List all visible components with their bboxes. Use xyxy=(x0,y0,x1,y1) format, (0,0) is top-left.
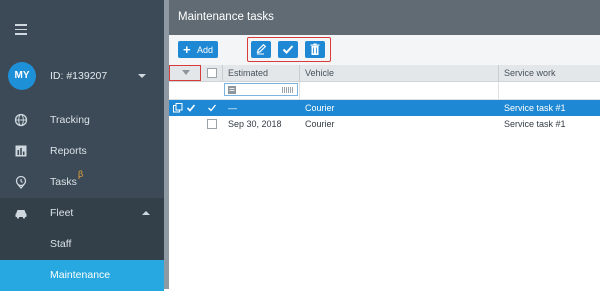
cell-service-work: Service task #1 xyxy=(504,119,566,129)
sidebar: MY ID: #139207 Tracking Reports Tasks β … xyxy=(0,0,164,291)
cell-vehicle: Courier xyxy=(305,103,335,113)
beta-badge: β xyxy=(78,169,84,179)
cell-vehicle: Courier xyxy=(305,119,335,129)
table-row[interactable]: — Courier Service task #1 xyxy=(169,100,600,116)
maintenance-grid: Estimated Vehicle Service work — Courier… xyxy=(169,65,600,289)
column-header-vehicle[interactable]: Vehicle xyxy=(305,68,334,78)
filter-row xyxy=(169,82,600,100)
sidebar-item-label: Maintenance xyxy=(50,269,111,281)
list-icon xyxy=(228,86,236,94)
cell-service-work: Service task #1 xyxy=(504,103,566,113)
hamburger-menu-icon[interactable] xyxy=(15,24,27,38)
copy-icon[interactable] xyxy=(173,103,183,113)
map-pin-icon xyxy=(15,175,27,189)
complete-button[interactable] xyxy=(278,41,298,58)
page-title: Maintenance tasks xyxy=(178,11,274,23)
chevron-down-icon[interactable] xyxy=(138,74,146,78)
plus-icon: + xyxy=(183,42,191,57)
table-row[interactable]: Sep 30, 2018 Courier Service task #1 xyxy=(169,116,600,132)
sidebar-item-label: Reports xyxy=(50,145,87,157)
user-account[interactable]: MY ID: #139207 xyxy=(0,60,164,94)
pencil-icon xyxy=(256,43,267,55)
user-id: ID: #139207 xyxy=(50,70,108,82)
delete-button[interactable] xyxy=(305,41,325,58)
sidebar-item-staff[interactable]: Staff xyxy=(0,229,164,260)
sidebar-item-tasks[interactable]: Tasks β xyxy=(0,167,164,198)
grid-header: Estimated Vehicle Service work xyxy=(169,65,600,82)
sidebar-item-label: Tracking xyxy=(50,114,90,126)
column-header-service-work[interactable]: Service work xyxy=(504,68,556,78)
sidebar-item-label: Fleet xyxy=(50,207,74,219)
globe-icon xyxy=(14,113,28,127)
sidebar-item-maintenance[interactable]: Maintenance xyxy=(0,260,164,291)
column-header-estimated[interactable]: Estimated xyxy=(228,68,268,78)
calendar-icon[interactable] xyxy=(282,86,294,94)
row-checkbox[interactable] xyxy=(207,119,217,129)
sidebar-item-tracking[interactable]: Tracking xyxy=(0,105,164,136)
checkmark-icon[interactable] xyxy=(186,103,196,113)
chevron-up-icon xyxy=(142,211,150,215)
select-all-checkbox[interactable] xyxy=(207,68,217,78)
panel-header: Maintenance tasks xyxy=(169,0,600,35)
sidebar-item-label: Tasks xyxy=(50,176,77,188)
add-button[interactable]: + Add xyxy=(178,41,218,58)
sidebar-item-reports[interactable]: Reports xyxy=(0,136,164,167)
sidebar-item-fleet[interactable]: Fleet xyxy=(0,198,164,229)
bar-chart-icon xyxy=(15,145,27,157)
trash-icon xyxy=(310,43,320,55)
car-icon xyxy=(15,210,27,219)
sidebar-item-label: Staff xyxy=(50,238,72,250)
avatar[interactable]: MY xyxy=(8,62,36,90)
date-filter-input[interactable] xyxy=(224,83,298,96)
checkmark-icon xyxy=(282,45,294,54)
edit-button[interactable] xyxy=(251,41,271,58)
toolbar: + Add xyxy=(169,35,600,65)
row-checkbox-checked-icon[interactable] xyxy=(207,103,217,113)
cell-estimated: — xyxy=(228,103,237,113)
filter-icon xyxy=(182,70,190,75)
cell-estimated: Sep 30, 2018 xyxy=(228,119,282,129)
filter-toggle-button[interactable] xyxy=(169,65,201,81)
bulk-action-group xyxy=(247,37,331,62)
